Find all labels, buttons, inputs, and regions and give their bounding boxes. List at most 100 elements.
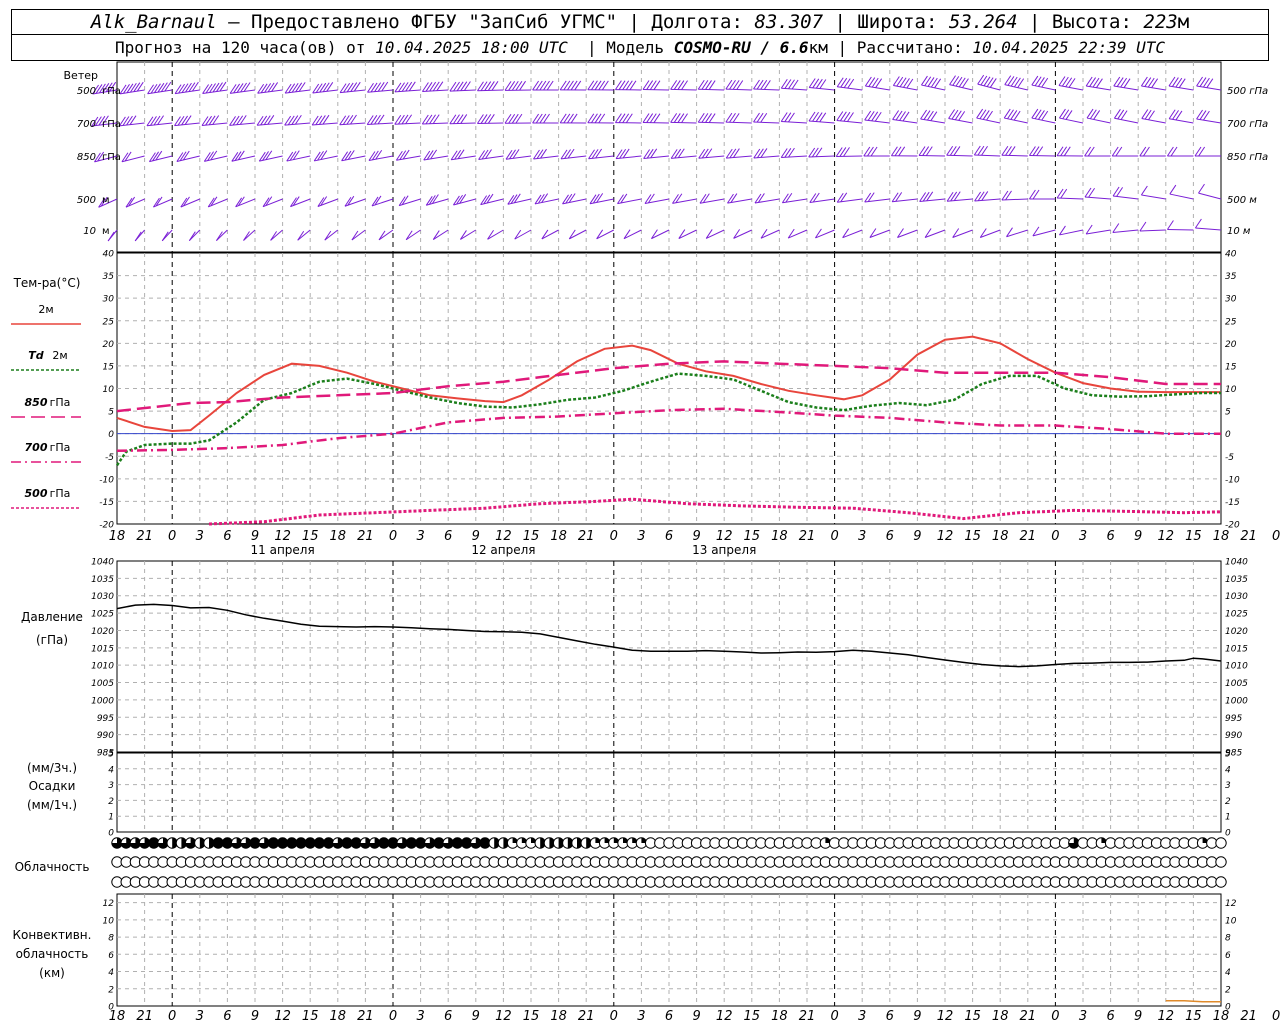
convective-unit: (км) [39,966,65,980]
wind-panel [91,74,1222,242]
wind-barb-feather [429,81,437,92]
wind-barb-feather [271,82,279,92]
y-tick-label-left: 4 [108,968,114,978]
wind-barb-feather [134,231,142,242]
y-tick-label-right: -5 [1225,453,1234,463]
legend-label-series: гПа [50,441,71,454]
y-tick-label-left: 30 [103,295,115,305]
wind-barb-feather [367,83,374,93]
y-tick-label-left: 1025 [91,610,114,620]
wind-barb-feather [233,83,241,94]
wind-barb-feather [485,149,492,159]
cloudiness-panel [111,837,1227,888]
legend-label-series: гПа [50,396,71,409]
hour-label-top: 21 [1020,529,1037,544]
y-tick-label-left: 1010 [91,662,114,672]
wind-barb-feather [788,147,795,158]
y-tick-label-right: -10 [1225,475,1240,485]
wind-barb-shaft [1198,192,1222,200]
wind-barb-feather [267,82,275,93]
wind-barb-feather [487,114,495,124]
wind-barb-feather [339,115,347,126]
y-tick-label-right: 1010 [1225,662,1248,672]
y-tick-label-left: 40 [103,250,115,260]
wind-barb-feather [650,148,658,159]
hour-label-top: 9 [472,529,480,544]
wind-barb-feather [454,149,462,160]
hour-label-bottom: 0 [168,1009,176,1024]
wind-barb-feather [505,149,513,160]
legend-label-series: 700 [25,441,48,454]
y-tick-label-left: 35 [103,272,115,282]
wind-barb-feather [264,83,272,93]
legend-label-series: 500 [25,487,48,500]
y-tick-label-right: 990 [1225,731,1242,741]
hour-label-top: 15 [744,529,761,544]
wind-barb-shaft [351,229,366,241]
wind-barb-feather [229,84,237,94]
wind-barb-feather [677,148,685,159]
wind-barb-feather [1140,185,1148,196]
y-tick-label-left: 4 [108,765,114,775]
wind-barb-feather [456,81,464,92]
wind-barb-feather [1139,221,1147,232]
wind-barb-feather [835,147,843,157]
wind-barb-feather [487,81,495,91]
wind-barb-feather [839,147,847,157]
wind-barb-feather [432,114,440,124]
wind-barb-feather [260,115,268,126]
legend-label-series: Td [28,349,44,362]
wind-barb-feather [157,115,164,125]
wind-barb-feather [377,82,385,92]
wind-barb-shaft [487,229,504,240]
y-tick-label-left: 995 [97,714,114,724]
wind-barb-feather [477,114,484,124]
wind-level-unit-left: м [102,195,110,206]
wind-barb-feather [1194,218,1202,229]
wind-barb-feather [202,84,210,94]
y-tick-label-left: 1040 [91,558,114,568]
wind-barb-feather [177,116,185,126]
legend-label-series: 2м [52,349,67,362]
wind-barb-feather [312,83,320,94]
wind-barb-feather [319,82,327,93]
wind-barb-shaft [378,229,394,241]
y-tick-label-right: 4 [1225,968,1231,978]
wind-barb-feather [919,192,927,202]
wind-barb-feather [619,149,627,159]
wind-barb-feather [353,81,361,92]
y-tick-label-right: 40 [1225,250,1237,260]
legend-label-series: 2м [38,303,53,316]
y-tick-label-right: 1025 [1225,610,1248,620]
wind-barb-feather [725,148,733,159]
hour-label-bottom: 3 [858,1009,866,1024]
wind-barb-feather [339,83,347,93]
wind-barb-feather [646,148,654,159]
wind-barb-feather [229,116,236,126]
day-label: 13 апреля [692,543,756,557]
wind-barb-feather [1198,183,1205,194]
hour-label-top: 6 [665,529,673,544]
wind-barb-feather [463,81,471,91]
y-tick-label-left: 6 [108,951,114,961]
wind-barb-feather [867,192,875,202]
pressure-title: Давление [21,610,83,624]
wind-barb-feather [205,83,213,94]
wind-barb-shaft [1195,227,1222,231]
wind-barb-feather [698,149,706,159]
wind-barb-feather [784,148,792,158]
wind-barb-feather [157,82,165,93]
wind-barb-feather [119,84,127,95]
wind-barb-feather [260,83,268,94]
y-tick-label-left: -5 [105,453,114,463]
wind-barb-feather [287,115,295,126]
wind-barb-feather [377,114,385,125]
hour-label-top: 0 [610,529,618,544]
wind-barb-feather [394,114,402,125]
hour-label-bottom: 0 [389,1009,397,1024]
wind-barb-feather [753,148,761,159]
hour-label-bottom: 18 [1213,1009,1230,1024]
wind-level-label-right: 850 гПа [1227,152,1268,163]
y-tick-label-right: 0 [1225,829,1231,839]
wind-barb-feather [480,81,488,91]
